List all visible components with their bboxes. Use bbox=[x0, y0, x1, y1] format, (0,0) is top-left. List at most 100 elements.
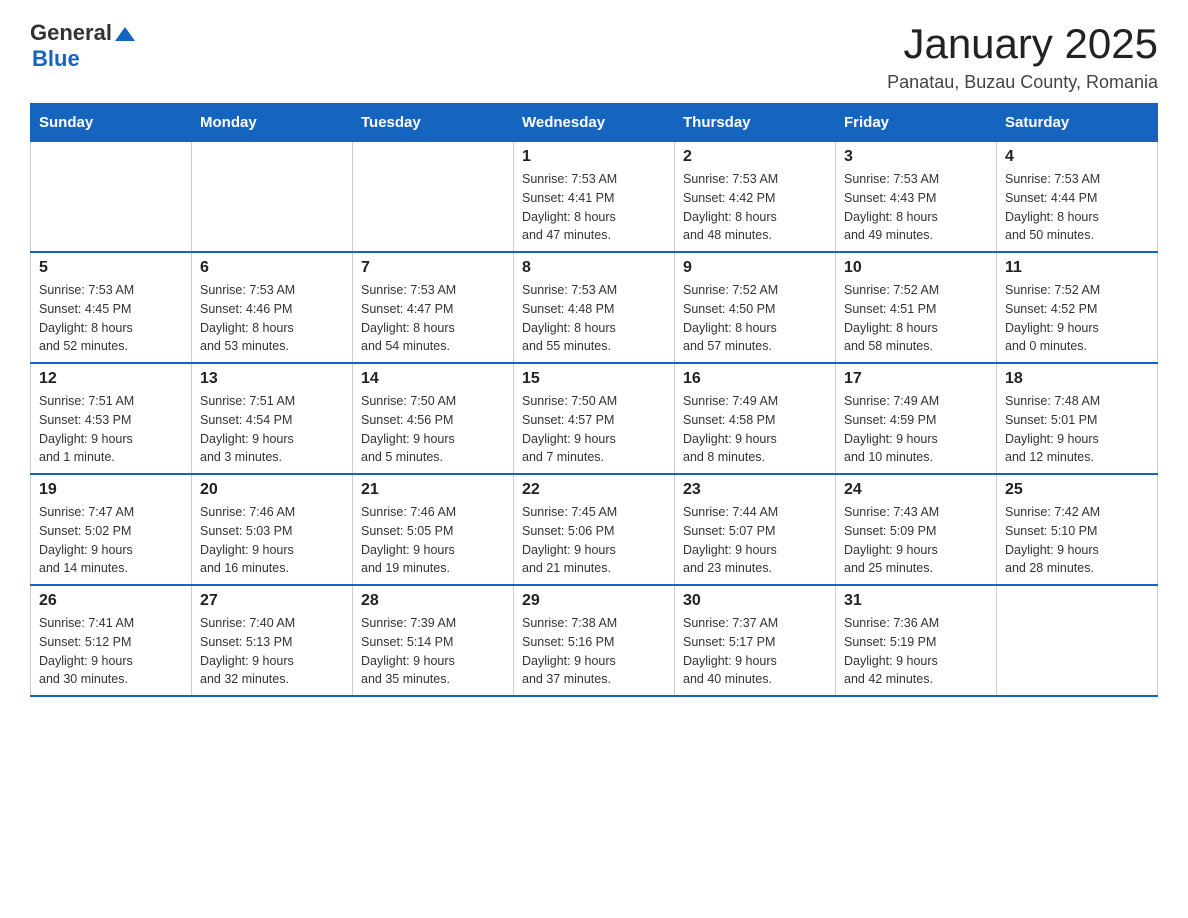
day-info: Sunrise: 7:52 AM Sunset: 4:52 PM Dayligh… bbox=[1005, 281, 1149, 356]
day-number: 17 bbox=[844, 370, 988, 388]
day-info: Sunrise: 7:36 AM Sunset: 5:19 PM Dayligh… bbox=[844, 614, 988, 689]
calendar-week-row: 1Sunrise: 7:53 AM Sunset: 4:41 PM Daylig… bbox=[31, 142, 1158, 253]
col-thursday: Thursday bbox=[675, 104, 836, 142]
day-info: Sunrise: 7:43 AM Sunset: 5:09 PM Dayligh… bbox=[844, 503, 988, 578]
table-row: 20Sunrise: 7:46 AM Sunset: 5:03 PM Dayli… bbox=[192, 474, 353, 585]
day-number: 28 bbox=[361, 592, 505, 610]
table-row: 9 Sunrise: 7:52 AM Sunset: 4:50 PM Daylig… bbox=[675, 252, 836, 363]
calendar-week-row: 12 Sunrise: 7:51 AM Sunset: 4:53 PM Dayli… bbox=[31, 363, 1158, 474]
day-number: 3 bbox=[844, 148, 988, 166]
location-subtitle: Panatau, Buzau County, Romania bbox=[887, 72, 1158, 93]
table-row: 18Sunrise: 7:48 AM Sunset: 5:01 PM Dayli… bbox=[997, 363, 1158, 474]
day-number: 18 bbox=[1005, 370, 1149, 388]
table-row: 19 Sunrise: 7:47 AM Sunset: 5:02 PM Dayli… bbox=[31, 474, 192, 585]
day-info: Sunrise: 7:53 AM Sunset: 4:45 PM Dayligh… bbox=[39, 281, 183, 356]
table-row: 24 Sunrise: 7:43 AM Sunset: 5:09 PM Dayli… bbox=[836, 474, 997, 585]
table-row: 5 Sunrise: 7:53 AM Sunset: 4:45 PM Daylig… bbox=[31, 252, 192, 363]
table-row: 21 Sunrise: 7:46 AM Sunset: 5:05 PM Dayli… bbox=[353, 474, 514, 585]
table-row bbox=[353, 142, 514, 253]
day-info: Sunrise: 7:53 AM Sunset: 4:46 PM Dayligh… bbox=[200, 281, 344, 356]
title-section: January 2025 Panatau, Buzau County, Roma… bbox=[887, 20, 1158, 93]
day-info: Sunrise: 7:38 AM Sunset: 5:16 PM Dayligh… bbox=[522, 614, 666, 689]
table-row bbox=[31, 142, 192, 253]
table-row: 6 Sunrise: 7:53 AM Sunset: 4:46 PM Daylig… bbox=[192, 252, 353, 363]
day-info: Sunrise: 7:53 AM Sunset: 4:42 PM Dayligh… bbox=[683, 170, 827, 245]
table-row: 29 Sunrise: 7:38 AM Sunset: 5:16 PM Dayli… bbox=[514, 585, 675, 696]
calendar-week-row: 26 Sunrise: 7:41 AM Sunset: 5:12 PM Dayli… bbox=[31, 585, 1158, 696]
day-number: 12 bbox=[39, 370, 183, 388]
day-number: 21 bbox=[361, 481, 505, 499]
day-info: Sunrise: 7:53 AM Sunset: 4:47 PM Dayligh… bbox=[361, 281, 505, 356]
table-row: 13Sunrise: 7:51 AM Sunset: 4:54 PM Dayli… bbox=[192, 363, 353, 474]
day-info: Sunrise: 7:49 AM Sunset: 4:58 PM Dayligh… bbox=[683, 392, 827, 467]
table-row: 25 Sunrise: 7:42 AM Sunset: 5:10 PM Dayli… bbox=[997, 474, 1158, 585]
table-row: 7 Sunrise: 7:53 AM Sunset: 4:47 PM Daylig… bbox=[353, 252, 514, 363]
col-wednesday: Wednesday bbox=[514, 104, 675, 142]
day-info: Sunrise: 7:53 AM Sunset: 4:43 PM Dayligh… bbox=[844, 170, 988, 245]
day-number: 30 bbox=[683, 592, 827, 610]
table-row: 23 Sunrise: 7:44 AM Sunset: 5:07 PM Dayli… bbox=[675, 474, 836, 585]
day-info: Sunrise: 7:47 AM Sunset: 5:02 PM Dayligh… bbox=[39, 503, 183, 578]
day-number: 8 bbox=[522, 259, 666, 277]
day-number: 27 bbox=[200, 592, 344, 610]
day-number: 26 bbox=[39, 592, 183, 610]
day-info: Sunrise: 7:51 AM Sunset: 4:53 PM Dayligh… bbox=[39, 392, 183, 467]
day-number: 11 bbox=[1005, 259, 1149, 277]
day-number: 9 bbox=[683, 259, 827, 277]
col-monday: Monday bbox=[192, 104, 353, 142]
calendar-week-row: 5 Sunrise: 7:53 AM Sunset: 4:45 PM Daylig… bbox=[31, 252, 1158, 363]
day-number: 7 bbox=[361, 259, 505, 277]
table-row bbox=[997, 585, 1158, 696]
day-number: 2 bbox=[683, 148, 827, 166]
day-number: 31 bbox=[844, 592, 988, 610]
table-row: 26 Sunrise: 7:41 AM Sunset: 5:12 PM Dayli… bbox=[31, 585, 192, 696]
day-info: Sunrise: 7:46 AM Sunset: 5:05 PM Dayligh… bbox=[361, 503, 505, 578]
table-row: 1Sunrise: 7:53 AM Sunset: 4:41 PM Daylig… bbox=[514, 142, 675, 253]
table-row: 31 Sunrise: 7:36 AM Sunset: 5:19 PM Dayli… bbox=[836, 585, 997, 696]
day-number: 6 bbox=[200, 259, 344, 277]
day-info: Sunrise: 7:42 AM Sunset: 5:10 PM Dayligh… bbox=[1005, 503, 1149, 578]
calendar-week-row: 19 Sunrise: 7:47 AM Sunset: 5:02 PM Dayli… bbox=[31, 474, 1158, 585]
table-row: 28 Sunrise: 7:39 AM Sunset: 5:14 PM Dayli… bbox=[353, 585, 514, 696]
table-row: 16 Sunrise: 7:49 AM Sunset: 4:58 PM Dayli… bbox=[675, 363, 836, 474]
day-number: 16 bbox=[683, 370, 827, 388]
day-info: Sunrise: 7:51 AM Sunset: 4:54 PM Dayligh… bbox=[200, 392, 344, 467]
table-row: 22 Sunrise: 7:45 AM Sunset: 5:06 PM Dayli… bbox=[514, 474, 675, 585]
calendar-header-row: Sunday Monday Tuesday Wednesday Thursday… bbox=[31, 104, 1158, 142]
day-info: Sunrise: 7:50 AM Sunset: 4:57 PM Dayligh… bbox=[522, 392, 666, 467]
table-row: 3 Sunrise: 7:53 AM Sunset: 4:43 PM Daylig… bbox=[836, 142, 997, 253]
day-info: Sunrise: 7:37 AM Sunset: 5:17 PM Dayligh… bbox=[683, 614, 827, 689]
col-friday: Friday bbox=[836, 104, 997, 142]
table-row: 11 Sunrise: 7:52 AM Sunset: 4:52 PM Dayli… bbox=[997, 252, 1158, 363]
table-row: 4Sunrise: 7:53 AM Sunset: 4:44 PM Daylig… bbox=[997, 142, 1158, 253]
table-row: 30 Sunrise: 7:37 AM Sunset: 5:17 PM Dayli… bbox=[675, 585, 836, 696]
month-title: January 2025 bbox=[887, 20, 1158, 68]
page-header: General Blue January 2025 Panatau, Buzau… bbox=[30, 20, 1158, 93]
day-info: Sunrise: 7:52 AM Sunset: 4:50 PM Dayligh… bbox=[683, 281, 827, 356]
day-info: Sunrise: 7:49 AM Sunset: 4:59 PM Dayligh… bbox=[844, 392, 988, 467]
day-number: 19 bbox=[39, 481, 183, 499]
day-info: Sunrise: 7:45 AM Sunset: 5:06 PM Dayligh… bbox=[522, 503, 666, 578]
day-number: 24 bbox=[844, 481, 988, 499]
day-number: 1 bbox=[522, 148, 666, 166]
day-number: 5 bbox=[39, 259, 183, 277]
logo-text-general: General bbox=[30, 20, 112, 46]
col-tuesday: Tuesday bbox=[353, 104, 514, 142]
table-row: 27Sunrise: 7:40 AM Sunset: 5:13 PM Dayli… bbox=[192, 585, 353, 696]
day-number: 22 bbox=[522, 481, 666, 499]
day-info: Sunrise: 7:50 AM Sunset: 4:56 PM Dayligh… bbox=[361, 392, 505, 467]
day-number: 10 bbox=[844, 259, 988, 277]
table-row: 8 Sunrise: 7:53 AM Sunset: 4:48 PM Daylig… bbox=[514, 252, 675, 363]
col-sunday: Sunday bbox=[31, 104, 192, 142]
day-info: Sunrise: 7:44 AM Sunset: 5:07 PM Dayligh… bbox=[683, 503, 827, 578]
day-info: Sunrise: 7:46 AM Sunset: 5:03 PM Dayligh… bbox=[200, 503, 344, 578]
day-info: Sunrise: 7:53 AM Sunset: 4:44 PM Dayligh… bbox=[1005, 170, 1149, 245]
day-info: Sunrise: 7:39 AM Sunset: 5:14 PM Dayligh… bbox=[361, 614, 505, 689]
table-row: 2 Sunrise: 7:53 AM Sunset: 4:42 PM Daylig… bbox=[675, 142, 836, 253]
day-info: Sunrise: 7:53 AM Sunset: 4:48 PM Dayligh… bbox=[522, 281, 666, 356]
logo: General Blue bbox=[30, 20, 135, 72]
day-number: 29 bbox=[522, 592, 666, 610]
day-number: 25 bbox=[1005, 481, 1149, 499]
day-info: Sunrise: 7:41 AM Sunset: 5:12 PM Dayligh… bbox=[39, 614, 183, 689]
day-number: 23 bbox=[683, 481, 827, 499]
